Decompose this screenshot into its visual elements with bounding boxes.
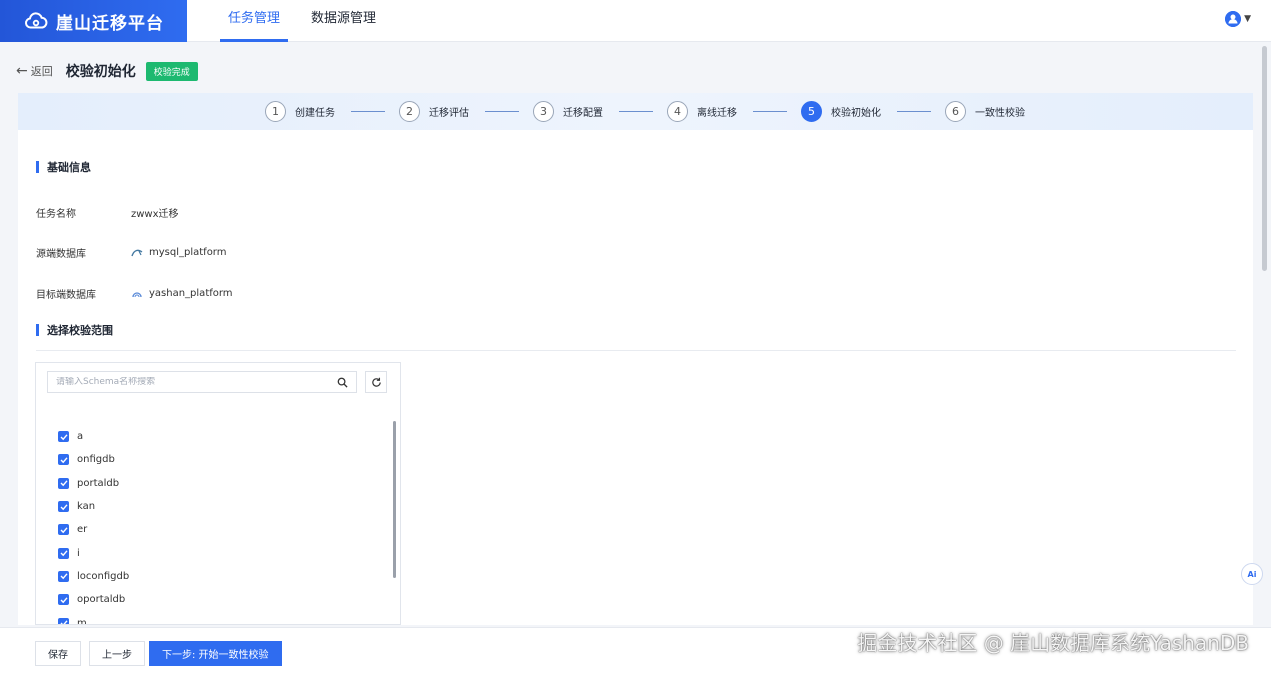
- checkbox-checked-icon[interactable]: [58, 617, 69, 624]
- target-db-label: 目标端数据库: [36, 290, 96, 301]
- schema-name: onfigdb: [77, 454, 115, 466]
- checkbox-checked-icon[interactable]: [58, 547, 69, 559]
- section-title-basic-info: 基础信息: [36, 159, 91, 175]
- step-2: 2 迁移评估: [399, 101, 469, 122]
- info-row-source-db: 源端数据库 mysql_platform: [36, 245, 227, 260]
- target-db-value-wrap: yashan_platform: [131, 288, 233, 299]
- checkbox-checked-icon[interactable]: [58, 477, 69, 489]
- checkbox-checked-icon[interactable]: [58, 570, 69, 582]
- ai-assistant-icon[interactable]: Ai: [1241, 563, 1263, 585]
- mysql-icon: [131, 249, 143, 256]
- source-db-value: mysql_platform: [149, 247, 227, 258]
- schema-name: er: [77, 524, 88, 536]
- list-item[interactable]: loconfigdb: [58, 565, 129, 588]
- schema-name: loconfigdb: [77, 570, 130, 582]
- step-number: 1: [265, 101, 286, 122]
- source-db-label: 源端数据库: [36, 249, 86, 260]
- step-3: 3 迁移配置: [533, 101, 603, 122]
- schema-name: portaldb: [77, 477, 120, 489]
- section-divider: [36, 350, 1236, 351]
- step-5: 5 校验初始化: [801, 101, 881, 122]
- step-label: 校验初始化: [831, 108, 881, 119]
- user-menu[interactable]: ▼: [1225, 11, 1251, 27]
- checkbox-checked-icon[interactable]: [58, 454, 69, 466]
- page-header: ← 返回 校验初始化 校验完成: [16, 60, 198, 82]
- list-item[interactable]: onfigdb: [58, 448, 129, 471]
- checkbox-checked-icon[interactable]: [58, 594, 69, 606]
- schema-list: a onfigdb portaldb kan er i loconfigdb o…: [58, 425, 129, 625]
- step-number: 5: [801, 101, 822, 122]
- yashan-icon: [132, 291, 142, 297]
- step-indicator: 1 创建任务 2 迁移评估 3 迁移配置 4 离线迁移 5 校验初始化 6 一致…: [18, 93, 1253, 130]
- info-row-task-name: 任务名称 zwwx迁移: [36, 205, 179, 220]
- checkbox-checked-icon[interactable]: [58, 431, 69, 443]
- step-label: 创建任务: [295, 108, 335, 119]
- checkbox-checked-icon[interactable]: [58, 524, 69, 536]
- section-title-scope: 选择校验范围: [36, 322, 113, 338]
- schema-name: a: [77, 431, 84, 443]
- watermark: 掘金技术社区 @ 崖山数据库系统YashanDB: [857, 631, 1249, 655]
- step-connector: [897, 111, 931, 112]
- step-1: 1 创建任务: [265, 101, 335, 122]
- source-db-value-wrap: mysql_platform: [131, 247, 227, 258]
- step-connector: [619, 111, 653, 112]
- schema-search-box: [47, 371, 357, 393]
- step-6: 6 一致性校验: [945, 101, 1025, 122]
- page-title: 校验初始化: [65, 64, 136, 80]
- list-item[interactable]: kan: [58, 495, 129, 518]
- task-name-label: 任务名称: [36, 209, 76, 220]
- schema-name: m: [77, 617, 87, 625]
- info-row-target-db: 目标端数据库 yashan_platform: [36, 286, 233, 301]
- step-label: 离线迁移: [697, 108, 737, 119]
- back-label: 返回: [30, 65, 53, 78]
- step-number: 3: [533, 101, 554, 122]
- checkbox-checked-icon[interactable]: [58, 501, 69, 513]
- target-db-value: yashan_platform: [149, 288, 233, 299]
- schema-name: oportaldb: [77, 594, 126, 606]
- schema-list-scrollbar[interactable]: [393, 421, 396, 578]
- next-step-button[interactable]: 下一步: 开始一致性校验: [149, 641, 282, 666]
- prev-step-button[interactable]: 上一步: [89, 641, 145, 666]
- status-badge: 校验完成: [145, 61, 198, 81]
- nav-datasource-management[interactable]: 数据源管理: [303, 0, 384, 42]
- step-number: 2: [399, 101, 420, 122]
- brand[interactable]: 崖山迁移平台: [0, 0, 187, 42]
- list-item[interactable]: oportaldb: [58, 588, 129, 611]
- schema-selector: a onfigdb portaldb kan er i loconfigdb o…: [35, 362, 401, 625]
- schema-name: kan: [77, 501, 96, 513]
- list-item[interactable]: a: [58, 425, 129, 448]
- step-connector: [351, 111, 385, 112]
- step-number: 6: [945, 101, 966, 122]
- cloud-logo-icon: [25, 12, 48, 29]
- task-name-value: zwwx迁移: [131, 209, 179, 220]
- step-label: 迁移配置: [563, 108, 603, 119]
- top-bar: 崖山迁移平台 任务管理 数据源管理 ▼: [0, 0, 1271, 42]
- step-connector: [753, 111, 787, 112]
- arrow-left-icon: ←: [16, 63, 28, 79]
- refresh-button[interactable]: [365, 371, 387, 393]
- page-scrollbar[interactable]: [1262, 46, 1267, 271]
- app-title: 崖山迁移平台: [56, 13, 164, 34]
- list-item[interactable]: portaldb: [58, 472, 129, 495]
- nav-task-management[interactable]: 任务管理: [220, 0, 289, 42]
- user-avatar-icon: [1225, 11, 1242, 27]
- list-item[interactable]: er: [58, 518, 129, 541]
- back-button[interactable]: ← 返回: [16, 63, 53, 79]
- step-number: 4: [667, 101, 688, 122]
- step-connector: [485, 111, 519, 112]
- caret-down-icon: ▼: [1244, 14, 1251, 24]
- search-icon[interactable]: [337, 377, 348, 388]
- save-button[interactable]: 保存: [35, 641, 81, 666]
- step-label: 一致性校验: [975, 108, 1025, 119]
- schema-search-input[interactable]: [56, 377, 326, 387]
- refresh-icon: [371, 377, 381, 387]
- list-item[interactable]: m: [58, 611, 129, 625]
- content-card: 基础信息 任务名称 zwwx迁移 源端数据库 mysql_platform 目标…: [18, 130, 1253, 625]
- main-nav: 任务管理 数据源管理: [220, 0, 399, 42]
- schema-name: i: [77, 547, 80, 559]
- step-label: 迁移评估: [429, 108, 469, 119]
- step-4: 4 离线迁移: [667, 101, 737, 122]
- list-item[interactable]: i: [58, 541, 129, 564]
